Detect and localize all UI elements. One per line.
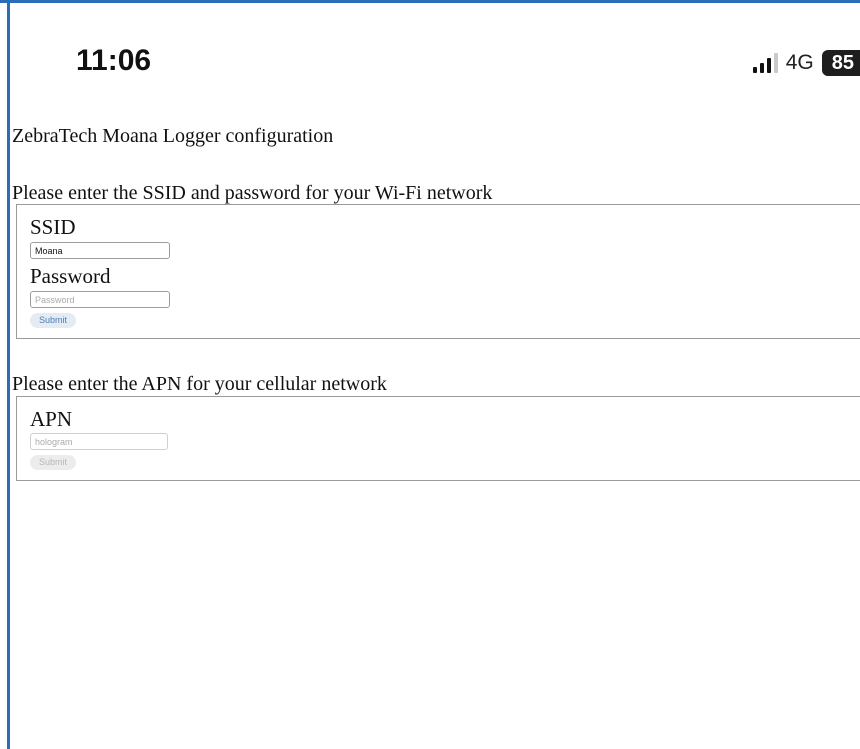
apn-submit-button[interactable]: Submit: [30, 455, 77, 470]
signal-strength-icon: [752, 53, 778, 73]
password-label: Password: [30, 264, 111, 288]
network-type: 4G: [785, 51, 814, 74]
wifi-prompt: Please enter the SSID and password for y…: [12, 182, 493, 204]
status-time: 11:06: [76, 44, 152, 77]
battery-icon: 85: [821, 50, 860, 76]
ssid-label: SSID: [30, 215, 76, 239]
apn-input[interactable]: [30, 433, 168, 450]
page-title: ZebraTech Moana Logger configuration: [12, 125, 334, 147]
apn-prompt: Please enter the APN for your cellular n…: [12, 373, 387, 395]
frame-left-border: [7, 0, 10, 749]
apn-label: APN: [30, 407, 73, 431]
wifi-submit-button[interactable]: Submit: [30, 313, 77, 328]
status-indicators: 4G 85: [752, 48, 860, 78]
apn-form: APN Submit: [16, 396, 860, 481]
password-input[interactable]: [30, 291, 170, 308]
status-bar: 11:06 4G 85: [0, 0, 860, 100]
ssid-input[interactable]: [30, 242, 170, 259]
wifi-form: SSID Password Submit: [16, 204, 860, 339]
